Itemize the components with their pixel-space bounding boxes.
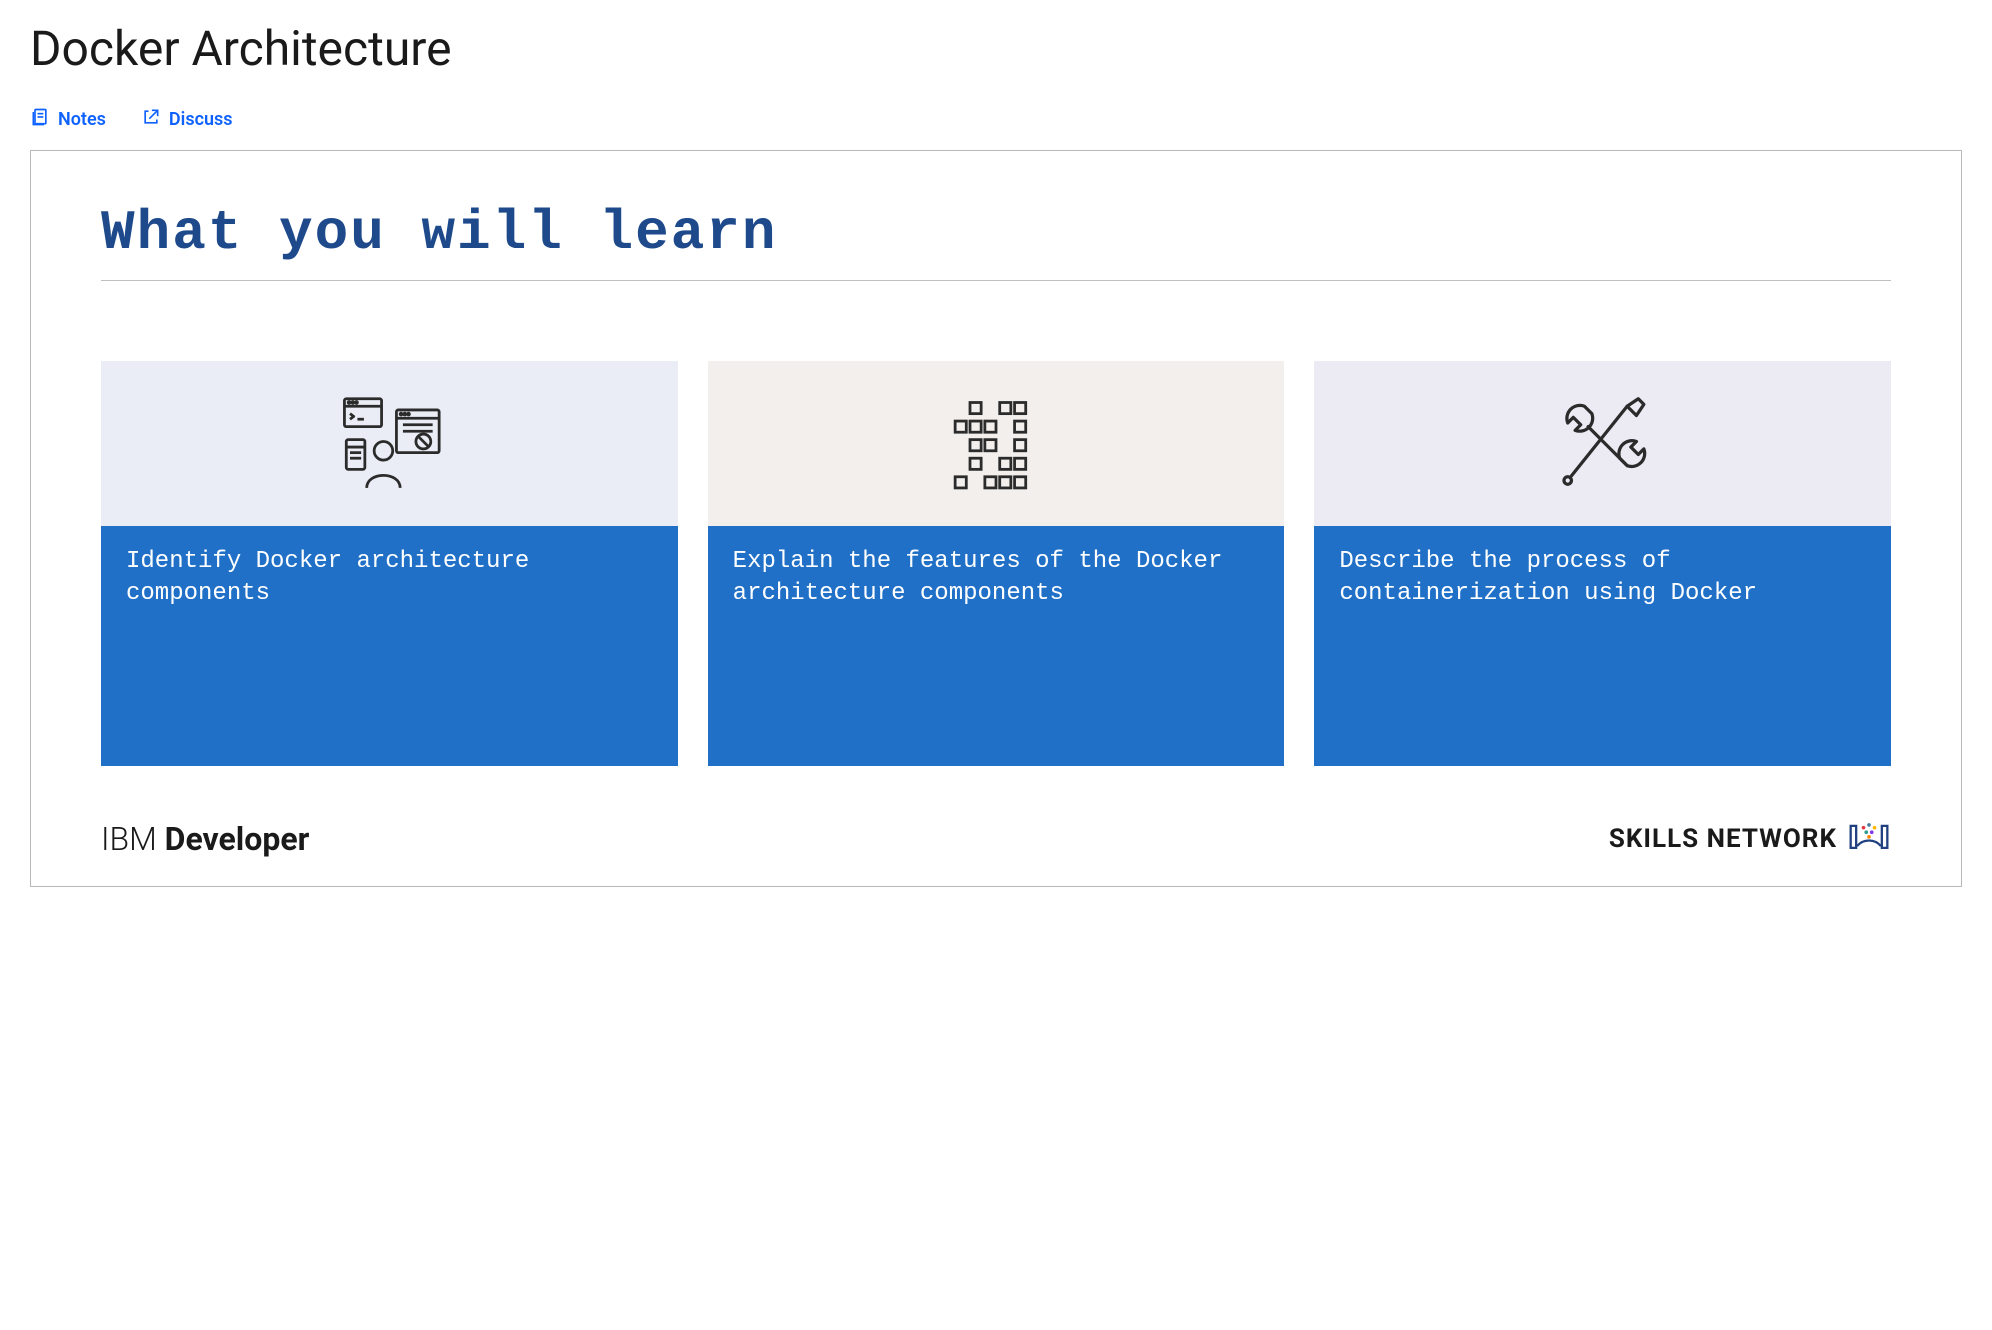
page-title: Docker Architecture xyxy=(30,20,1962,77)
slide-frame: What you will learn xyxy=(30,150,1962,887)
architecture-components-icon xyxy=(324,384,454,503)
discuss-label: Discuss xyxy=(169,109,233,130)
features-grid-icon xyxy=(931,384,1061,503)
card-icon-area xyxy=(1314,361,1891,526)
card-text: Identify Docker architecture components xyxy=(101,526,678,766)
skills-network-logo-icon xyxy=(1847,816,1891,861)
footer-right-brand: SKILLS NETWORK xyxy=(1609,816,1891,861)
footer-brand-bold: Developer xyxy=(165,820,310,858)
notes-label: Notes xyxy=(58,109,106,130)
tools-wrench-icon xyxy=(1538,384,1668,503)
discuss-button[interactable]: Discuss xyxy=(141,107,233,132)
card-text: Describe the process of containerization… xyxy=(1314,526,1891,766)
notes-button[interactable]: Notes xyxy=(30,107,106,132)
card-icon-area xyxy=(708,361,1285,526)
card-icon-area xyxy=(101,361,678,526)
action-bar: Notes Discuss xyxy=(30,107,1962,132)
slide-heading: What you will learn xyxy=(101,201,1891,281)
footer-brand-light: IBM xyxy=(101,820,165,858)
cards-row: Identify Docker architecture components xyxy=(101,361,1891,766)
footer-left-brand: IBM Developer xyxy=(101,820,309,858)
learning-card: Identify Docker architecture components xyxy=(101,361,678,766)
external-link-icon xyxy=(141,107,161,132)
footer-right-label: SKILLS NETWORK xyxy=(1609,824,1837,854)
learning-card: Explain the features of the Docker archi… xyxy=(708,361,1285,766)
card-text: Explain the features of the Docker archi… xyxy=(708,526,1285,766)
notes-icon xyxy=(30,107,50,132)
slide-footer: IBM Developer SKILLS NETWORK xyxy=(101,816,1891,861)
learning-card: Describe the process of containerization… xyxy=(1314,361,1891,766)
